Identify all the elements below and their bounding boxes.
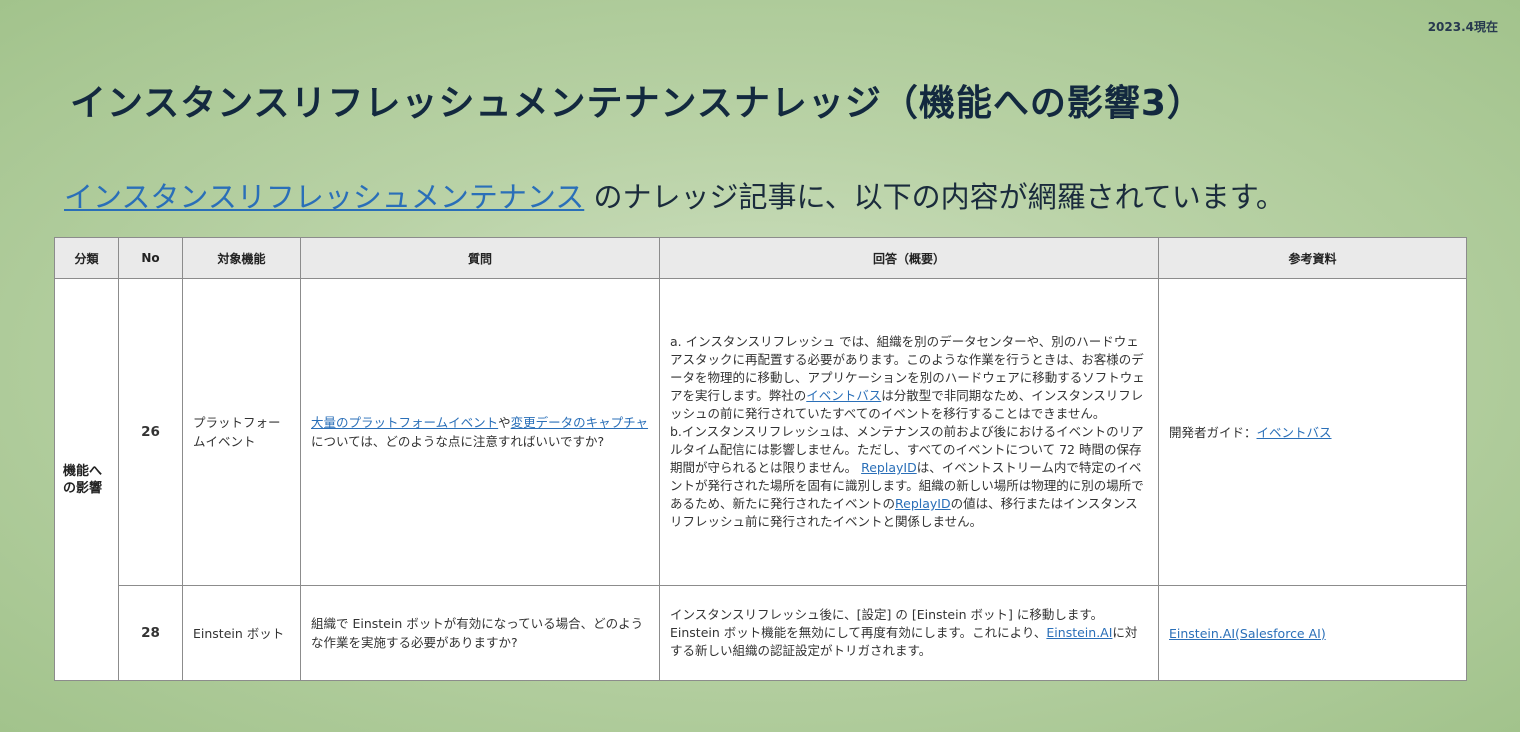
question-cell: 組織で Einstein ボットが有効になっている場合、どのような作業を実施する… [300,585,660,681]
einstein-ai-link[interactable]: Einstein.AI [1046,625,1112,640]
header-feature: 対象機能 [182,237,301,279]
header-question: 質問 [300,237,660,279]
question-cell: 大量のプラットフォームイベントや変更データのキャプチャについては、どのような点に… [300,278,660,586]
category-cell: 機能への影響 [54,278,119,681]
subtitle-text: のナレッジ記事に、以下の内容が網羅されています。 [584,180,1285,214]
event-bus-reference-link[interactable]: イベントバス [1257,425,1332,440]
feature-cell: プラットフォームイベント [182,278,301,586]
reference-cell: 開発者ガイド：イベントバス [1158,278,1467,586]
header-answer: 回答（概要） [659,237,1159,279]
table-header-row: 分類 No 対象機能 質問 回答（概要） 参考資料 [54,237,1467,279]
row-number: 26 [118,278,183,586]
feature-cell: Einstein ボット [182,585,301,681]
knowledge-article-link[interactable]: インスタンスリフレッシュメンテナンス [64,180,584,214]
table-row: 機能への影響 26 プラットフォームイベント 大量のプラットフォームイベントや変… [54,278,1467,681]
question-text: については、どのような点に注意すればいいですか? [311,434,605,449]
reference-text: 開発者ガイド： [1169,424,1257,440]
einstein-ai-reference-link[interactable]: Einstein.AI(Salesforce AI) [1169,626,1326,641]
replayid-link[interactable]: ReplayID [895,496,951,511]
row-number: 28 [118,585,183,681]
answer-cell: インスタンスリフレッシュ後に、[設定] の [Einstein ボット] に移動… [659,585,1159,681]
subtitle: インスタンスリフレッシュメンテナンス のナレッジ記事に、以下の内容が網羅されてい… [64,174,1285,216]
replayid-link[interactable]: ReplayID [861,460,917,475]
change-data-capture-link[interactable]: 変更データのキャプチャ [511,415,648,430]
knowledge-table: 分類 No 対象機能 質問 回答（概要） 参考資料 機能への影響 26 プラット… [54,237,1467,681]
page-title: インスタンスリフレッシュメンテナンスナレッジ（機能への影響3） [70,83,1204,124]
event-bus-link[interactable]: イベントバス [806,388,881,403]
platform-events-link[interactable]: 大量のプラットフォームイベント [311,415,498,430]
question-text: や [498,415,511,430]
reference-cell: Einstein.AI(Salesforce AI) [1158,585,1467,681]
answer-text: インスタンスリフレッシュ後に、[設定] の [Einstein ボット] に移動… [670,607,1104,640]
answer-cell: a. インスタンスリフレッシュ では、組織を別のデータセンターや、別のハードウェ… [659,278,1159,586]
date-label: 2023.4現在 [1427,20,1498,34]
header-category: 分類 [54,237,119,279]
header-no: No [118,237,183,279]
table-row: 28 Einstein ボット 組織で Einstein ボットが有効になってい… [55,585,1467,681]
header-reference: 参考資料 [1158,237,1467,279]
